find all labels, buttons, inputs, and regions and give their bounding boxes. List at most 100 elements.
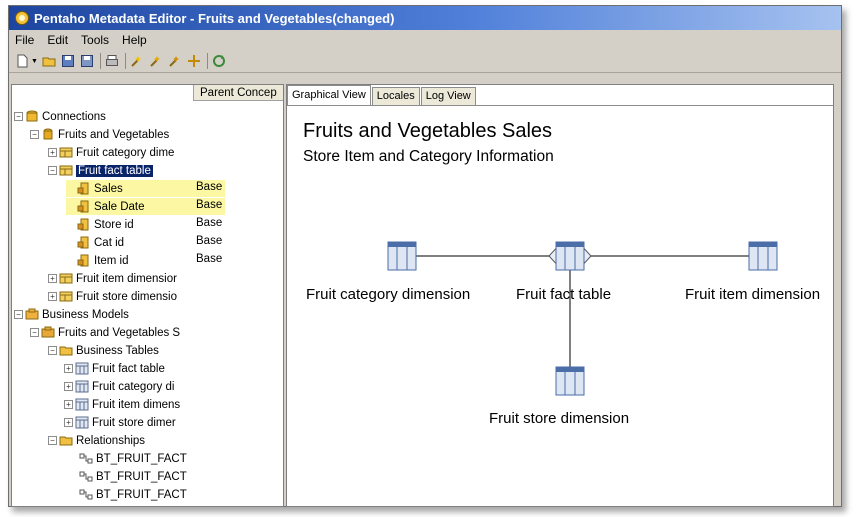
expand-icon[interactable]: + <box>64 382 73 391</box>
table-node-icon[interactable] <box>555 366 585 396</box>
relationship-wizard-icon[interactable] <box>187 54 201 68</box>
node-label-fruit-category-dimension[interactable]: Fruit category dimension <box>306 286 470 303</box>
title-bar[interactable]: Pentaho Metadata Editor - Fruits and Veg… <box>9 6 841 30</box>
expand-icon[interactable]: + <box>48 292 57 301</box>
tree-item-label: Fruit category di <box>92 380 175 393</box>
business-table-icon <box>75 416 89 429</box>
save-as-icon[interactable] <box>80 54 94 68</box>
tree-item-label: Fruit item dimens <box>92 398 181 411</box>
print-icon[interactable] <box>105 54 119 68</box>
folder-icon <box>59 344 73 357</box>
business-table-icon <box>59 506 73 507</box>
tree-item-label: Busines <box>76 507 117 508</box>
column-icon <box>77 200 91 213</box>
tree-item[interactable]: Cat id <box>66 234 124 251</box>
tree-item[interactable]: − Fruits and Vegetables <box>30 126 169 143</box>
table-wizard-icon[interactable] <box>149 54 163 68</box>
collapse-icon[interactable]: − <box>48 436 57 445</box>
tree-item-label: Fruit fact table <box>92 362 165 375</box>
expand-icon[interactable]: + <box>48 148 57 157</box>
expand-icon[interactable]: + <box>48 274 57 283</box>
tree-item-label: Business Models <box>42 308 129 321</box>
node-label-fruit-fact-table[interactable]: Fruit fact table <box>516 286 611 303</box>
menu-help[interactable]: Help <box>122 33 147 47</box>
physical-table-icon <box>59 164 73 177</box>
table-node-icon[interactable] <box>748 241 778 271</box>
table-node-icon[interactable] <box>555 241 585 271</box>
collapse-icon[interactable]: − <box>30 130 39 139</box>
column-icon <box>77 218 91 231</box>
tree-item[interactable]: + Fruit category dime <box>48 144 174 161</box>
open-folder-icon[interactable] <box>42 54 56 68</box>
parent-concept-value: Base <box>196 199 223 211</box>
business-model-icon <box>41 326 55 339</box>
tree-item-label: BT_FRUIT_FACT <box>96 452 187 465</box>
business-models-icon <box>25 308 39 321</box>
refresh-icon[interactable] <box>212 54 226 68</box>
relationship-icon <box>79 488 93 501</box>
menu-tools[interactable]: Tools <box>81 33 109 47</box>
physical-table-icon <box>59 272 73 285</box>
tree-item[interactable]: + Fruit store dimensio <box>48 288 177 305</box>
tree-item[interactable]: + Fruit item dimensior <box>48 270 177 287</box>
tree-item[interactable]: + Fruit store dimer <box>64 414 176 431</box>
menu-file[interactable]: File <box>15 33 34 47</box>
tree-item[interactable]: + Fruit item dimens <box>64 396 180 413</box>
tree-item[interactable]: − Connections <box>14 108 106 125</box>
tree-item[interactable]: + Fruit category di <box>64 378 174 395</box>
new-file-icon[interactable] <box>15 54 29 68</box>
collapse-icon[interactable]: − <box>48 346 57 355</box>
column-icon <box>77 236 91 249</box>
tree-item-label: Fruit fact table <box>76 164 153 177</box>
save-icon[interactable] <box>61 54 75 68</box>
tree-item-label: Store id <box>94 218 134 231</box>
toolbar-separator <box>99 53 101 69</box>
tree-item[interactable]: + Fruit fact table <box>64 360 165 377</box>
parent-concept-value: Base <box>196 253 223 265</box>
expand-icon[interactable]: + <box>64 400 73 409</box>
tree-item-label: Fruits and Vegetables S <box>58 326 181 339</box>
tree-item[interactable]: − Business Models <box>14 306 129 323</box>
node-label-fruit-store-dimension[interactable]: Fruit store dimension <box>489 410 629 427</box>
tree-item-label: Item id <box>94 254 129 267</box>
tree-item[interactable]: − Business Tables <box>48 342 159 359</box>
window-title: Pentaho Metadata Editor - Fruits and Veg… <box>34 10 395 26</box>
tree-item[interactable]: − Fruit fact table <box>48 162 153 179</box>
parent-concept-value: Base <box>196 181 223 193</box>
menu-bar: File Edit Tools Help <box>9 30 841 49</box>
tree-item-label: Business Tables <box>76 344 159 357</box>
expand-icon[interactable]: + <box>64 418 73 427</box>
menu-edit[interactable]: Edit <box>47 33 68 47</box>
collapse-icon[interactable]: − <box>14 112 23 121</box>
tree-item[interactable]: BT_FRUIT_FACT <box>68 450 187 467</box>
new-dropdown-icon[interactable]: ▼ <box>31 58 38 65</box>
tree-item-label: Fruit store dimensio <box>76 290 177 303</box>
tree-item[interactable]: Busines <box>48 504 117 508</box>
tree-item[interactable]: Store id <box>66 216 134 233</box>
tree-item[interactable]: BT_FRUIT_FACT <box>68 468 187 485</box>
tree-item-label: Sale Date <box>94 200 145 213</box>
pentaho-app-icon <box>15 11 29 25</box>
collapse-icon[interactable]: − <box>14 310 23 319</box>
relationship-icon <box>79 470 93 483</box>
node-label-fruit-item-dimension[interactable]: Fruit item dimension <box>685 286 820 303</box>
metadata-tree-panel[interactable]: Parent Concep − Connections − Fruits and Ve… <box>11 84 284 507</box>
parent-concept-value: Base <box>196 235 223 247</box>
database-icon <box>41 128 55 141</box>
tree-item[interactable]: − Relationships <box>48 432 145 449</box>
tree-item-label: BT_FRUIT_FACT <box>96 470 187 483</box>
tree-item[interactable]: − Fruits and Vegetables S <box>30 324 180 341</box>
parent-concept-value: Base <box>196 217 223 229</box>
table-node-icon[interactable] <box>387 241 417 271</box>
toolbar-separator <box>206 53 208 69</box>
connection-wizard-icon[interactable] <box>130 54 144 68</box>
tree-item[interactable]: BT_FRUIT_FACT <box>68 486 187 503</box>
collapse-icon[interactable]: − <box>48 166 57 175</box>
collapse-icon[interactable]: − <box>30 328 39 337</box>
tree-item[interactable]: Item id <box>66 252 129 269</box>
expand-icon[interactable]: + <box>64 364 73 373</box>
business-table-icon <box>75 362 89 375</box>
parent-concept-column-header[interactable]: Parent Concep <box>193 85 283 101</box>
model-wizard-icon[interactable] <box>168 54 182 68</box>
tree-item-label: Fruit category dime <box>76 146 175 159</box>
